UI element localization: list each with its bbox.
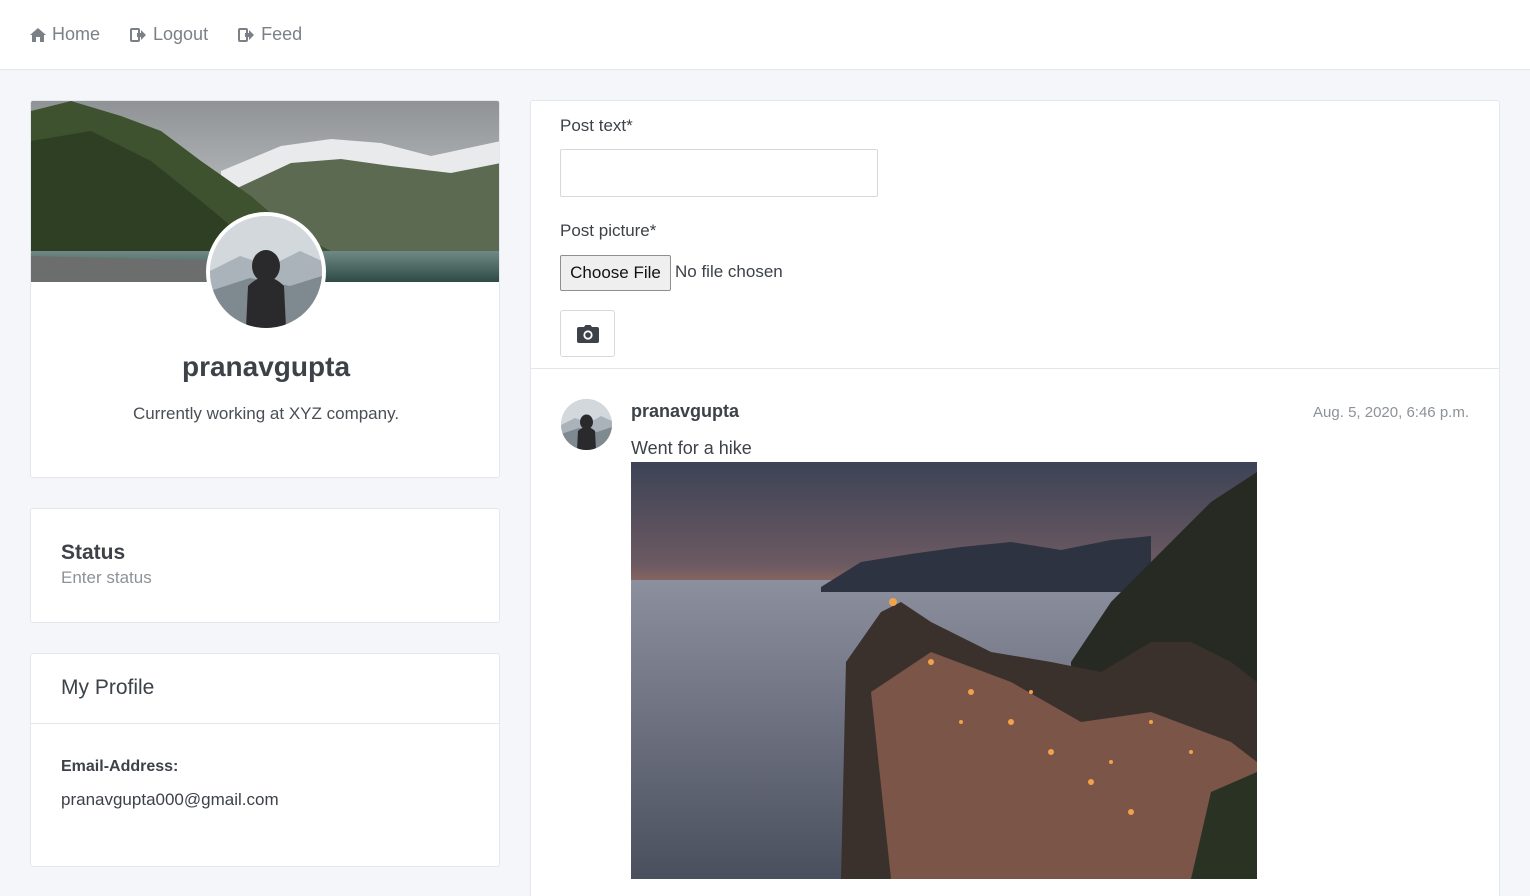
post-image xyxy=(631,462,1257,879)
post-picture-label: Post picture* xyxy=(560,221,657,240)
profile-username: pranavgupta xyxy=(181,351,351,382)
post-form: Post text* Post picture* Choose File No … xyxy=(531,101,1499,369)
status-card: Status xyxy=(30,508,500,623)
post-text: Went for a hike xyxy=(631,438,752,458)
camera-icon xyxy=(576,324,599,343)
top-navbar: Home Logout Feed xyxy=(0,0,1530,70)
nav-logout-label: Logout xyxy=(153,24,209,44)
profile-avatar xyxy=(206,212,326,332)
profile-bio: Currently working at XYZ company. xyxy=(132,404,400,423)
no-file-text: No file chosen xyxy=(675,262,783,281)
profile-card: pranavgupta Currently working at XYZ com… xyxy=(30,100,500,478)
post-timestamp: Aug. 5, 2020, 6:46 p.m. xyxy=(1313,404,1469,421)
choose-file-button[interactable]: Choose File xyxy=(560,255,671,291)
email-label: Email-Address: xyxy=(61,758,179,775)
status-input[interactable] xyxy=(61,568,361,588)
nav-feed-label: Feed xyxy=(261,24,303,44)
post-author-avatar xyxy=(561,399,612,450)
status-title: Status xyxy=(61,541,126,564)
home-icon xyxy=(30,27,46,42)
nav-feed-link[interactable]: Feed xyxy=(238,24,302,45)
nav-home-link[interactable]: Home xyxy=(30,24,100,45)
feed-card: Post text* Post picture* Choose File No … xyxy=(530,100,1500,896)
my-profile-card: My Profile Email-Address: pranavgupta000… xyxy=(30,653,500,867)
nav-logout-link[interactable]: Logout xyxy=(130,24,208,45)
my-profile-title: My Profile xyxy=(31,654,499,724)
submit-post-button[interactable] xyxy=(560,310,615,357)
post-text-label: Post text* xyxy=(560,116,633,135)
post-author-name[interactable]: pranavgupta xyxy=(631,401,739,422)
nav-home-label: Home xyxy=(52,24,101,44)
logout-icon xyxy=(130,27,147,42)
feed-icon xyxy=(238,27,255,42)
post-text-input[interactable] xyxy=(560,149,878,197)
email-value: pranavgupta000@gmail.com xyxy=(61,790,279,809)
